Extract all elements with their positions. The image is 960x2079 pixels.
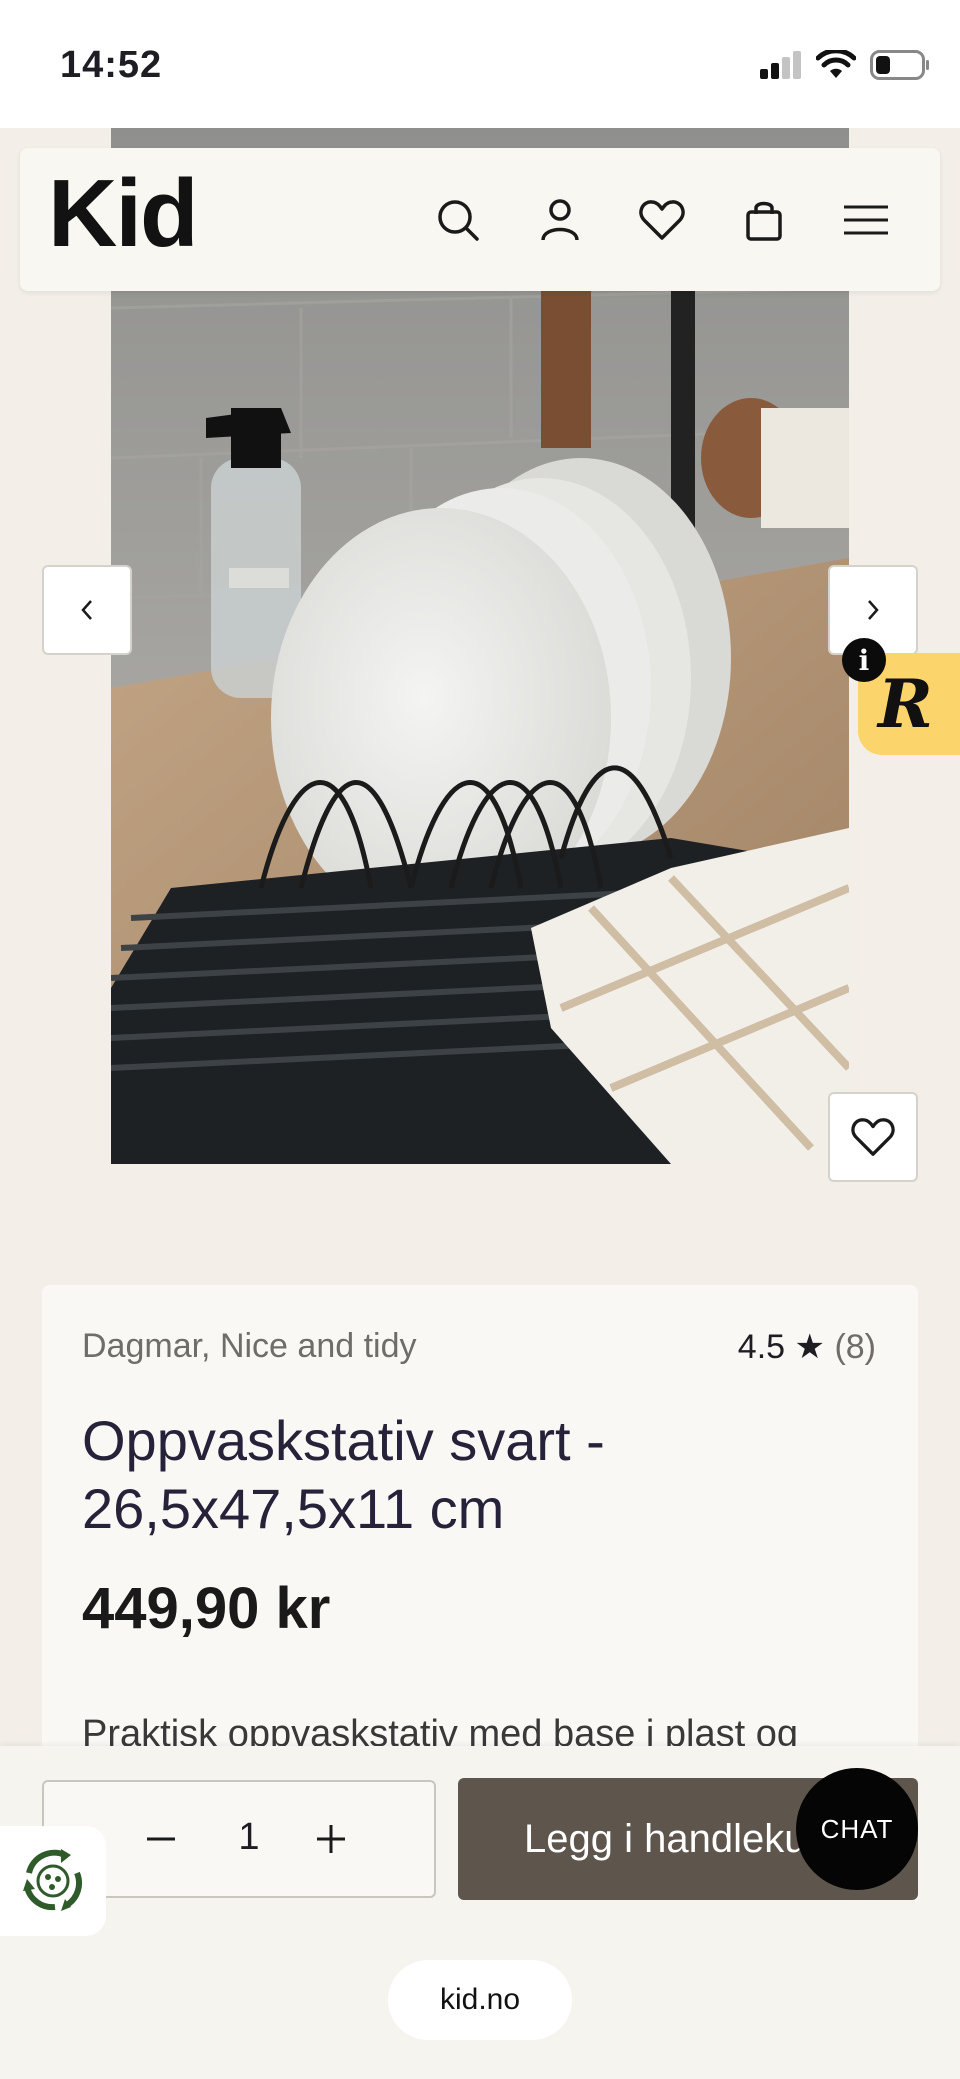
chevron-left-icon (81, 600, 92, 620)
minus-icon (147, 1837, 175, 1841)
recycle-icon (23, 1849, 82, 1911)
quantity-increase-button[interactable] (304, 1812, 358, 1866)
product-title: Oppvaskstativ svart - 26,5x47,5x11 cm (82, 1409, 605, 1540)
recycle-badge[interactable] (0, 1826, 106, 1936)
account-icon[interactable] (528, 188, 592, 252)
battery-icon (870, 50, 929, 80)
status-icons (758, 50, 930, 80)
rating-value: 4.5 ★ (737, 1328, 825, 1366)
shopping-bag-icon[interactable] (732, 188, 796, 252)
add-to-wishlist-button[interactable] (828, 1092, 918, 1182)
kid-logo[interactable]: Kid (48, 166, 199, 262)
product-info-card: Dagmar, Nice and tidy 4.5 ★ (8) Oppvasks… (42, 1285, 918, 1785)
product-price: 449,90 kr (82, 1576, 331, 1641)
wifi-icon (816, 50, 856, 78)
plus-icon (317, 1825, 345, 1853)
review-widget-logo: R (878, 665, 933, 743)
review-count: (8) (834, 1328, 876, 1366)
status-bar: 14:52 (0, 0, 960, 128)
info-icon[interactable]: i (842, 638, 886, 682)
menu-icon[interactable] (834, 188, 898, 252)
chevron-right-icon (868, 600, 879, 620)
wishlist-heart-icon[interactable] (630, 188, 694, 252)
cellular-signal-icon (760, 51, 801, 79)
quantity-decrease-button[interactable] (134, 1812, 188, 1866)
heart-icon (851, 1118, 895, 1156)
browser-url-bar[interactable]: kid.no (388, 1960, 572, 2040)
product-rating[interactable]: 4.5 ★ (8) (738, 1327, 876, 1367)
site-header: Kid (20, 148, 940, 291)
chat-button[interactable]: CHAT (796, 1768, 918, 1890)
search-icon[interactable] (426, 188, 490, 252)
quantity-value[interactable]: 1 (234, 1816, 264, 1859)
product-brand[interactable]: Dagmar, Nice and tidy (82, 1327, 417, 1366)
status-time: 14:52 (60, 44, 163, 86)
gallery-prev-button[interactable] (42, 565, 132, 655)
